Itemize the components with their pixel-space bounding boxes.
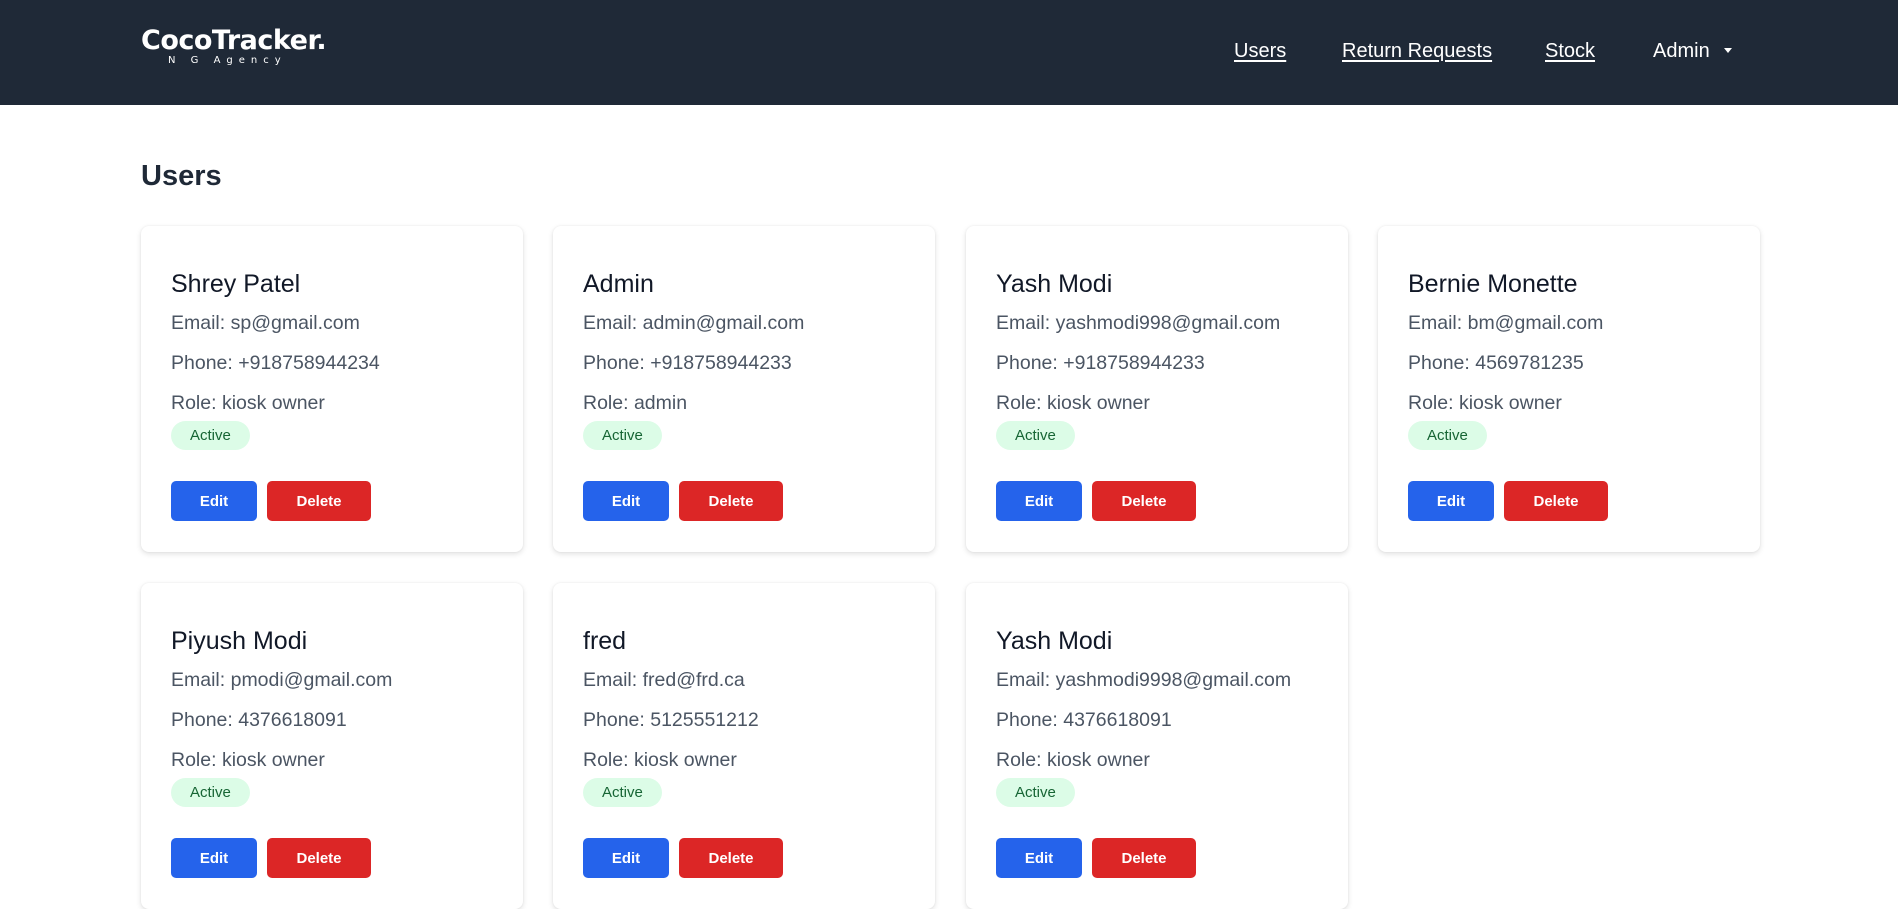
user-phone: Phone: +918758944234 bbox=[171, 352, 380, 374]
user-name: fred bbox=[583, 627, 627, 655]
user-role: Role: kiosk owner bbox=[996, 749, 1150, 771]
user-name: Admin bbox=[583, 270, 654, 298]
user-phone: Phone: +918758944233 bbox=[996, 352, 1205, 374]
edit-button[interactable]: Edit bbox=[583, 838, 669, 878]
delete-button[interactable]: Delete bbox=[1092, 838, 1196, 878]
user-phone: Phone: +918758944233 bbox=[583, 352, 792, 374]
user-role: Role: kiosk owner bbox=[996, 392, 1150, 414]
user-email: Email: admin@gmail.com bbox=[583, 312, 805, 334]
user-card: Bernie Monette Email: bm@gmail.com Phone… bbox=[1378, 226, 1760, 552]
edit-button[interactable]: Edit bbox=[583, 481, 669, 521]
user-phone: Phone: 5125551212 bbox=[583, 709, 759, 731]
user-name: Shrey Patel bbox=[171, 270, 301, 298]
status-badge: Active bbox=[171, 421, 250, 450]
user-email: Email: fred@frd.ca bbox=[583, 669, 745, 691]
status-badge: Active bbox=[996, 421, 1075, 450]
user-card: Shrey Patel Email: sp@gmail.com Phone: +… bbox=[141, 226, 523, 552]
user-name: Bernie Monette bbox=[1408, 270, 1578, 298]
delete-button[interactable]: Delete bbox=[267, 838, 371, 878]
user-name: Piyush Modi bbox=[171, 627, 308, 655]
top-navbar: CocoTracker. N G Agency Users Return Req… bbox=[0, 0, 1898, 105]
brand-tagline: N G Agency bbox=[168, 55, 287, 66]
user-phone: Phone: 4376618091 bbox=[996, 709, 1172, 731]
user-email: Email: bm@gmail.com bbox=[1408, 312, 1604, 334]
user-card: Admin Email: admin@gmail.com Phone: +918… bbox=[553, 226, 935, 552]
status-badge: Active bbox=[171, 778, 250, 807]
user-role: Role: kiosk owner bbox=[1408, 392, 1562, 414]
edit-button[interactable]: Edit bbox=[996, 481, 1082, 521]
user-phone: Phone: 4376618091 bbox=[171, 709, 347, 731]
user-role: Role: admin bbox=[583, 392, 688, 414]
delete-button[interactable]: Delete bbox=[679, 481, 783, 521]
edit-button[interactable]: Edit bbox=[171, 838, 257, 878]
delete-button[interactable]: Delete bbox=[1504, 481, 1608, 521]
user-card: Yash Modi Email: yashmodi9998@gmail.com … bbox=[966, 583, 1348, 909]
status-badge: Active bbox=[583, 421, 662, 450]
nav-link-users[interactable]: Users bbox=[1234, 38, 1286, 64]
user-email: Email: yashmodi998@gmail.com bbox=[996, 312, 1281, 334]
delete-button[interactable]: Delete bbox=[1092, 481, 1196, 521]
delete-button[interactable]: Delete bbox=[679, 838, 783, 878]
user-card: Piyush Modi Email: pmodi@gmail.com Phone… bbox=[141, 583, 523, 909]
admin-dropdown[interactable]: Admin bbox=[1653, 38, 1732, 64]
caret-down-icon bbox=[1723, 48, 1732, 53]
user-card: Yash Modi Email: yashmodi998@gmail.com P… bbox=[966, 226, 1348, 552]
brand-name: CocoTracker. bbox=[141, 25, 327, 56]
nav-link-return-requests[interactable]: Return Requests bbox=[1342, 38, 1492, 64]
brand-logo[interactable]: CocoTracker. N G Agency bbox=[141, 25, 327, 67]
status-badge: Active bbox=[1408, 421, 1487, 450]
user-email: Email: pmodi@gmail.com bbox=[171, 669, 393, 691]
edit-button[interactable]: Edit bbox=[171, 481, 257, 521]
user-card: fred Email: fred@frd.ca Phone: 512555121… bbox=[553, 583, 935, 909]
admin-dropdown-label: Admin bbox=[1653, 40, 1710, 62]
status-badge: Active bbox=[583, 778, 662, 807]
user-role: Role: kiosk owner bbox=[171, 392, 325, 414]
user-role: Role: kiosk owner bbox=[171, 749, 325, 771]
user-email: Email: sp@gmail.com bbox=[171, 312, 360, 334]
user-role: Role: kiosk owner bbox=[583, 749, 737, 771]
edit-button[interactable]: Edit bbox=[996, 838, 1082, 878]
user-name: Yash Modi bbox=[996, 627, 1113, 655]
delete-button[interactable]: Delete bbox=[267, 481, 371, 521]
edit-button[interactable]: Edit bbox=[1408, 481, 1494, 521]
nav-link-stock[interactable]: Stock bbox=[1545, 38, 1595, 64]
page-title: Users bbox=[141, 160, 222, 192]
user-phone: Phone: 4569781235 bbox=[1408, 352, 1584, 374]
user-email: Email: yashmodi9998@gmail.com bbox=[996, 669, 1292, 691]
status-badge: Active bbox=[996, 778, 1075, 807]
user-name: Yash Modi bbox=[996, 270, 1113, 298]
